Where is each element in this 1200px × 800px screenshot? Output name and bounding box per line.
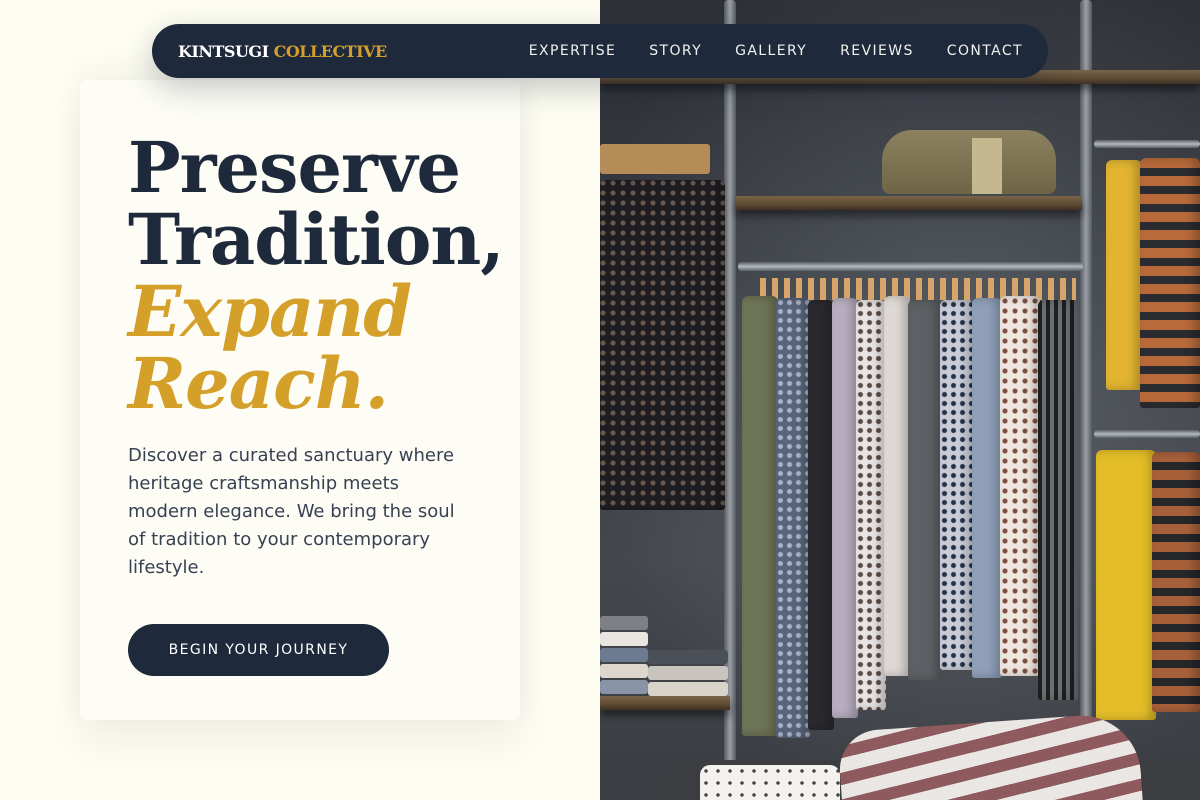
brand-logo[interactable]: KINTSUGI COLLECTIVE [178,42,387,61]
hero-headline: Preserve Tradition, Expand Reach. [128,126,505,425]
brand-name-accent: COLLECTIVE [273,41,388,61]
nav-link-gallery[interactable]: GALLERY [735,43,807,59]
top-navigation: KINTSUGI COLLECTIVE EXPERTISE STORY GALL… [152,24,1048,78]
hero-photo-clothing-rack [600,0,1200,800]
nav-link-contact[interactable]: CONTACT [947,43,1023,59]
hero-description: Discover a curated sanctuary where herit… [128,445,455,578]
hero-card: Preserve Tradition, Expand Reach. Discov… [80,80,520,720]
nav-menu: EXPERTISE STORY GALLERY REVIEWS CONTACT [529,43,1023,59]
nav-link-reviews[interactable]: REVIEWS [840,43,914,59]
nav-link-story[interactable]: STORY [649,43,702,59]
headline-accent-line-1: Expand [128,270,412,353]
headline-line-2: Tradition, [128,198,505,281]
nav-link-expertise[interactable]: EXPERTISE [529,43,616,59]
headline-accent-line-2: Reach. [128,342,389,425]
headline-line-1: Preserve [128,126,461,209]
begin-journey-button[interactable]: BEGIN YOUR JOURNEY [128,624,389,676]
brand-name-primary: KINTSUGI [178,41,269,61]
